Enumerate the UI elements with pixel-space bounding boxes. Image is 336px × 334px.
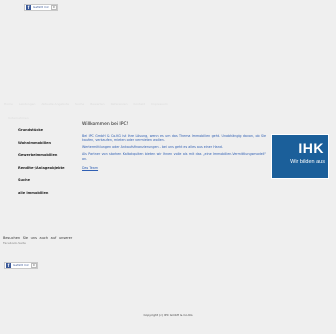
- main-content: Willkommen bei IPC! Bei IPC GmbH & Co.KG…: [82, 122, 266, 173]
- sub-navigation[interactable]: Unternehmen: [8, 116, 29, 120]
- sidebar-item-alle-immobilien[interactable]: alle Immobilien: [10, 187, 70, 200]
- nav-item-bewerten[interactable]: Bewerten: [90, 102, 104, 106]
- facebook-share-text: Besuchen Sie uns auch auf unserer Facebo…: [3, 236, 72, 245]
- ihk-logo-tagline: Wir bilden aus: [290, 159, 325, 165]
- sidebar-item-gewerbeimmobilien[interactable]: Gewerbeimmobilien: [10, 149, 70, 162]
- footer-copyright: Copyright (c) IPC GmbH & Co.KG: [143, 313, 193, 317]
- ihk-logo: IHK Wir bilden aus: [271, 134, 329, 179]
- nav-item-leistungen[interactable]: Leistungen: [19, 102, 36, 106]
- facebook-like-count: 0: [50, 5, 57, 10]
- nav-item-angebote[interactable]: Aktuelle Angebote: [41, 102, 69, 106]
- facebook-like-label: Gefällt mir: [13, 263, 29, 267]
- partner-paragraph: Als Partner von starken Kaltakquiten bie…: [82, 152, 266, 161]
- ihk-logo-title: IHK: [298, 140, 324, 156]
- services-paragraph: Wertermittlungen oder Ankaufsfinanzierun…: [82, 145, 223, 150]
- nav-item-suche[interactable]: Suche: [75, 102, 84, 106]
- sidebar-item-grundstuecke[interactable]: Grundstücke: [10, 124, 70, 137]
- facebook-icon: f: [26, 4, 31, 10]
- team-link[interactable]: Das Team: [82, 166, 98, 170]
- sidebar-item-wohnimmobilien[interactable]: Wohnimmobilien: [10, 137, 70, 150]
- nav-item-referenzen[interactable]: Referenzen: [111, 102, 128, 106]
- nav-item-impressum[interactable]: Impressum: [151, 102, 168, 106]
- facebook-page-link[interactable]: Facebook-Seite: [3, 241, 72, 245]
- page-title: Willkommen bei IPC!: [82, 122, 129, 127]
- nav-item-home[interactable]: Home: [4, 102, 13, 106]
- facebook-like-button-top[interactable]: f Gefällt mir 0: [24, 4, 58, 11]
- sidebar-item-suche[interactable]: Suche: [10, 174, 70, 187]
- share-text: Besuchen Sie uns auch auf unserer: [3, 236, 73, 240]
- facebook-icon: f: [6, 262, 11, 268]
- facebook-like-label: Gefällt mir: [33, 5, 49, 9]
- facebook-like-button-bottom[interactable]: f Gefällt mir 0: [4, 262, 38, 269]
- sidebar: Grundstücke Wohnimmobilien Gewerbeimmobi…: [10, 124, 70, 199]
- main-navigation: Home Leistungen Aktuelle Angebote Suche …: [0, 100, 336, 108]
- facebook-like-count: 0: [30, 263, 37, 268]
- sidebar-item-rendite-anlageobjekte[interactable]: Rendite-/Anlageobjekte: [10, 162, 70, 175]
- nav-item-kontakt[interactable]: Kontakt: [134, 102, 145, 106]
- intro-paragraph: Bei IPC GmbH & Co.KG ist Ihre Lösung, we…: [82, 134, 266, 143]
